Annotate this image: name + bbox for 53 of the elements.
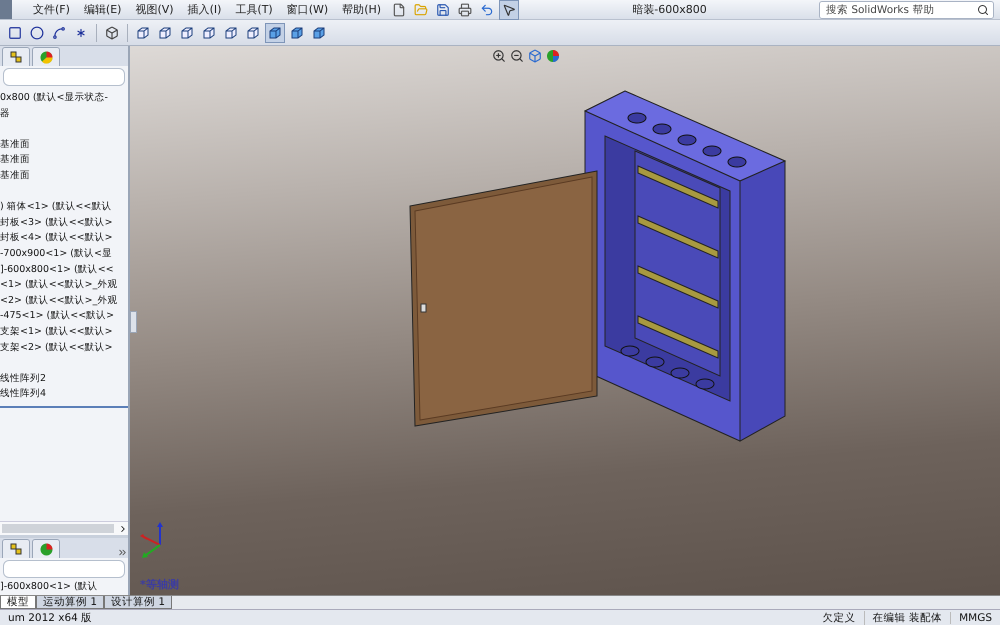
sphere-icon[interactable]	[546, 49, 560, 63]
tree-item[interactable]: ) 箱体<1> (默认<<默认	[0, 184, 112, 215]
menu-item[interactable]: 文件(F)	[26, 2, 77, 17]
edit-mode-status: 在编辑 装配体	[864, 610, 950, 624]
tree-item[interactable]: 基准面	[0, 121, 30, 152]
tree-item[interactable]: -700x900<1> (默认<显	[0, 246, 112, 262]
tree-item[interactable]: <2> (默认<<默认>_外观	[0, 292, 118, 308]
menu-item[interactable]: 视图(V)	[128, 2, 181, 17]
search-field[interactable]: 搜索 SolidWorks 帮助	[819, 0, 994, 18]
appearance-tab[interactable]	[32, 539, 60, 558]
tree-item[interactable]: 基准面	[0, 152, 30, 168]
menu-item[interactable]: 工具(T)	[228, 2, 280, 17]
scrollbar-thumb[interactable]	[2, 524, 114, 533]
zoom-out-icon[interactable]	[510, 49, 524, 63]
color-wheel-icon	[40, 50, 52, 64]
tree-item[interactable]: 器	[0, 106, 10, 122]
select-pointer-icon[interactable]	[499, 0, 520, 20]
tree-item[interactable]: 线性阵列2	[0, 355, 46, 386]
tree-item[interactable]: 支架<1> (默认<<默认>	[0, 324, 113, 340]
filter-field[interactable]	[3, 560, 125, 578]
tree-tab[interactable]	[2, 47, 30, 66]
menu-item[interactable]: 窗口(W)	[280, 2, 336, 17]
tree-item[interactable]: 封板<3> (默认<<默认>	[0, 214, 113, 230]
menu-item[interactable]: 编辑(E)	[76, 2, 128, 17]
tree-item[interactable]: 封板<4> (默认<<默认>	[0, 230, 113, 246]
expand-icon[interactable]	[117, 547, 128, 558]
bottom-tab[interactable]: 设计算例 1	[104, 596, 172, 609]
shaded-view-icon[interactable]	[265, 22, 285, 42]
view-orientation-label: *等轴测	[140, 577, 179, 592]
tree-tab[interactable]	[2, 539, 30, 558]
filter-field[interactable]	[3, 68, 125, 86]
tree-item[interactable]: 线性阵列4	[0, 386, 46, 402]
menu-item[interactable]: 帮助(H)	[335, 2, 388, 17]
tree-item[interactable]: <1> (默认<<默认>_外观	[0, 277, 118, 293]
bottom-tab[interactable]: 运动算例 1	[36, 596, 104, 609]
bottom-tab[interactable]: 模型	[0, 596, 36, 609]
nodes-icon	[10, 543, 22, 555]
window-title: 暗装-600x800	[631, 2, 708, 17]
tree-item[interactable]: ]-600x800<1> (默认<<	[0, 262, 114, 278]
appearance-tab[interactable]	[32, 47, 60, 66]
tree-item[interactable]: 基准面	[0, 168, 30, 184]
tree-item[interactable]: ]-600x800<1> (默认	[0, 580, 98, 594]
definition-status: 欠定义	[822, 610, 857, 624]
tree-item[interactable]: -475<1> (默认<<默认>	[0, 308, 114, 324]
zoom-in-icon[interactable]	[492, 49, 506, 63]
nodes-icon	[10, 51, 22, 63]
menu-item[interactable]: 插入(I)	[180, 2, 228, 17]
tree-item[interactable]: 支架<2> (默认<<默认>	[0, 340, 113, 356]
units-status[interactable]: MMGS	[950, 612, 1000, 624]
search-icon[interactable]	[977, 4, 989, 16]
tree-item[interactable]: 0x800 (默认<显示状态-	[0, 90, 108, 106]
color-wheel-icon	[40, 542, 52, 556]
version-text: um 2012 x64 版	[7, 610, 94, 624]
